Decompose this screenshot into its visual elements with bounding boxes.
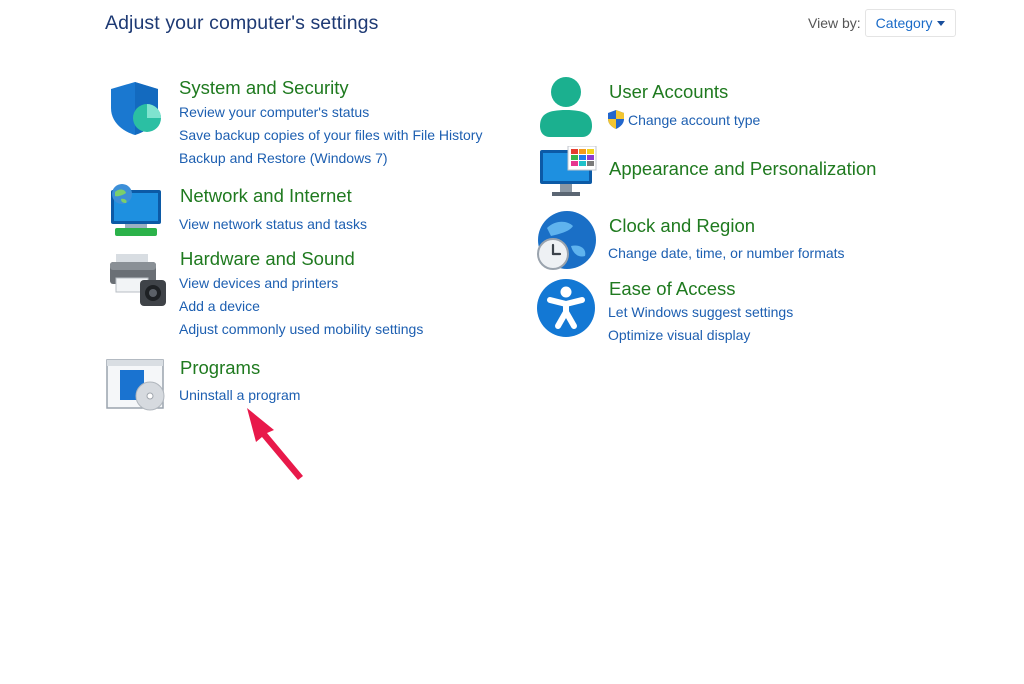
annotation-arrow-icon [230, 400, 310, 489]
category-user-icon-wrap[interactable] [538, 76, 596, 143]
category-hardware-icon-wrap[interactable] [108, 252, 166, 313]
category-network-icon-wrap[interactable] [107, 182, 165, 245]
uac-shield-icon [607, 110, 625, 134]
category-title-ease-of-access[interactable]: Ease of Access [609, 278, 735, 300]
link-network-status[interactable]: View network status and tasks [179, 216, 367, 232]
link-optimize-display[interactable]: Optimize visual display [608, 327, 750, 343]
category-title-user-accounts[interactable]: User Accounts [609, 81, 728, 103]
chevron-down-icon [937, 20, 946, 26]
link-review-status[interactable]: Review your computer's status [179, 104, 369, 120]
link-mobility-settings[interactable]: Adjust commonly used mobility settings [179, 321, 423, 337]
category-title-appearance[interactable]: Appearance and Personalization [609, 158, 876, 180]
category-system-security-icon-wrap[interactable] [108, 80, 164, 141]
link-windows-suggest[interactable]: Let Windows suggest settings [608, 304, 793, 320]
link-devices-printers[interactable]: View devices and printers [179, 275, 338, 291]
globe-clock-icon [537, 211, 596, 270]
link-file-history[interactable]: Save backup copies of your files with Fi… [179, 127, 482, 143]
accessibility-icon [537, 279, 595, 337]
category-clock-icon-wrap[interactable] [535, 210, 597, 277]
programs-disc-icon [106, 359, 165, 411]
view-by-label: View by: [808, 15, 861, 31]
category-programs-icon-wrap[interactable] [106, 358, 168, 419]
shield-icon [111, 82, 161, 135]
view-by-dropdown[interactable]: Category [864, 9, 957, 37]
category-title-system-security[interactable]: System and Security [179, 77, 349, 99]
category-title-network-internet[interactable]: Network and Internet [180, 185, 352, 207]
user-icon [540, 77, 592, 137]
printer-speaker-icon [110, 254, 166, 306]
category-title-programs[interactable]: Programs [180, 357, 260, 379]
view-by-value: Category [875, 15, 933, 31]
category-title-hardware-sound[interactable]: Hardware and Sound [180, 248, 355, 270]
category-appearance-icon-wrap[interactable] [538, 145, 598, 205]
link-change-account-type[interactable]: Change account type [628, 112, 760, 128]
link-date-time-formats[interactable]: Change date, time, or number formats [608, 245, 845, 261]
page-title: Adjust your computer's settings [105, 12, 379, 34]
link-backup-restore[interactable]: Backup and Restore (Windows 7) [179, 150, 388, 166]
link-add-device[interactable]: Add a device [179, 298, 260, 314]
category-title-clock-region[interactable]: Clock and Region [609, 215, 755, 237]
category-ease-icon-wrap[interactable] [536, 278, 596, 343]
view-by-control: View by: Category [808, 9, 957, 37]
monitor-palette-icon [540, 145, 597, 196]
network-globe-icon [111, 184, 161, 236]
